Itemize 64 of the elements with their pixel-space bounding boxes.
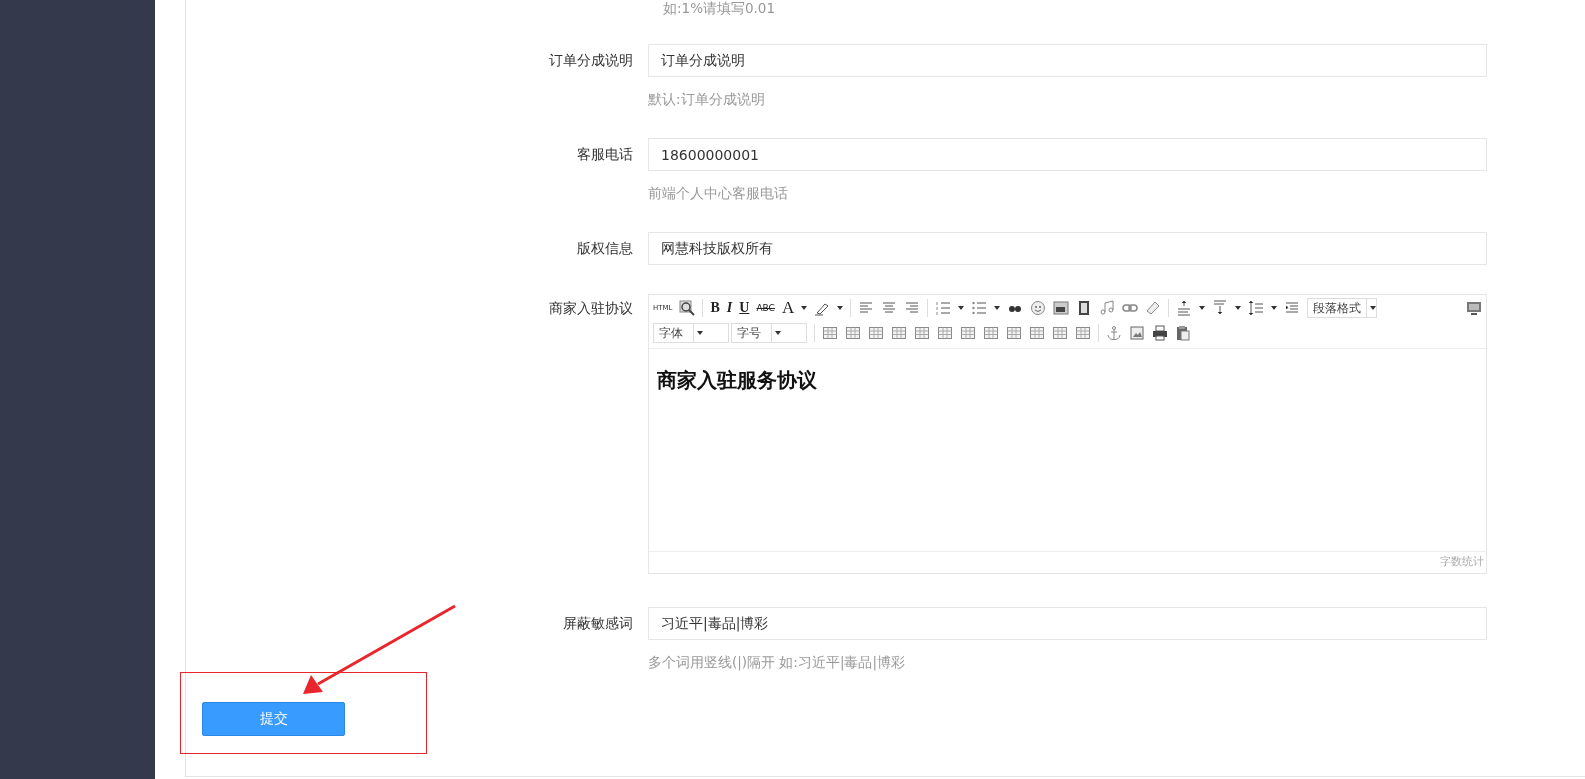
table-icon[interactable] [868,325,884,341]
caret-icon[interactable] [958,304,965,312]
caret-icon[interactable] [1235,304,1242,312]
underline-button[interactable]: U [739,300,750,316]
text-field[interactable]: 订单分成说明 [648,44,1487,77]
field-label: 版权信息 [576,239,634,258]
spacing-bottom-icon[interactable] [1212,300,1229,316]
caret-icon[interactable] [774,329,781,337]
word-count-label: 字数统计 [1440,555,1484,568]
line-height-icon[interactable] [1248,300,1265,316]
printer-icon[interactable] [1152,325,1168,341]
dropdown-select[interactable]: 段落格式 [1307,298,1378,318]
preview-icon[interactable] [679,300,696,316]
table-icon[interactable] [914,325,930,341]
indent-icon[interactable] [1284,300,1301,316]
dropdown-select[interactable]: 字体 [653,323,729,343]
table-icon[interactable] [1052,325,1068,341]
align-left-icon[interactable] [858,300,875,316]
clipboard-icon[interactable] [1175,325,1191,341]
strikethrough-button[interactable]: ABC [756,303,775,313]
dropdown-select[interactable]: 字号 [731,323,807,343]
music-icon[interactable] [1099,300,1116,316]
table-icon[interactable] [1006,325,1022,341]
field-hint: 如:1%请填写0.01 [663,0,777,16]
caret-icon[interactable] [1271,304,1278,312]
eraser-icon[interactable] [1145,300,1162,316]
table-icon[interactable] [845,325,861,341]
field-hint: 前端个人中心客服电话 [648,184,789,203]
text-field[interactable]: 18600000001 [648,138,1487,171]
field-label: 订单分成说明 [548,51,634,70]
caret-icon[interactable] [696,329,703,337]
align-right-icon[interactable] [904,300,921,316]
table-icon[interactable] [937,325,953,341]
table-icon[interactable] [891,325,907,341]
text-field[interactable]: 习近平|毒品|博彩 [648,607,1487,640]
monitor-icon[interactable] [1466,300,1482,316]
field-hint: 多个词用竖线(|)隔开 如:习近平|毒品|博彩 [648,653,907,672]
picture-icon[interactable] [1129,325,1145,341]
editor-heading: 商家入驻服务协议 [657,367,817,394]
anchor-icon[interactable] [1106,325,1122,341]
ordered-list-icon[interactable] [935,300,952,316]
field-hint: 默认:订单分成说明 [648,90,766,109]
text-field[interactable]: 网慧科技版权所有 [648,232,1487,265]
font-color-button[interactable]: A [781,298,795,318]
field-label: 屏蔽敏感词 [562,614,634,633]
caret-icon[interactable] [801,304,808,312]
caret-icon[interactable] [994,304,1001,312]
italic-button[interactable]: I [726,300,733,316]
table-icon[interactable] [822,325,838,341]
unordered-list-icon[interactable] [971,300,988,316]
caret-icon[interactable] [1370,304,1377,312]
image-icon[interactable] [1053,300,1070,316]
table-icon[interactable] [960,325,976,341]
emoji-icon[interactable] [1030,300,1047,316]
table-icon[interactable] [983,325,999,341]
bold-button[interactable]: B [710,300,720,316]
table-icon[interactable] [1029,325,1045,341]
field-label: 客服电话 [576,145,634,164]
align-center-icon[interactable] [881,300,898,316]
caret-icon[interactable] [837,304,844,312]
caret-icon[interactable] [1199,304,1206,312]
spacing-top-icon[interactable] [1176,300,1193,316]
table-icon[interactable] [1075,325,1091,341]
field-label: 商家入驻协议 [548,299,634,318]
